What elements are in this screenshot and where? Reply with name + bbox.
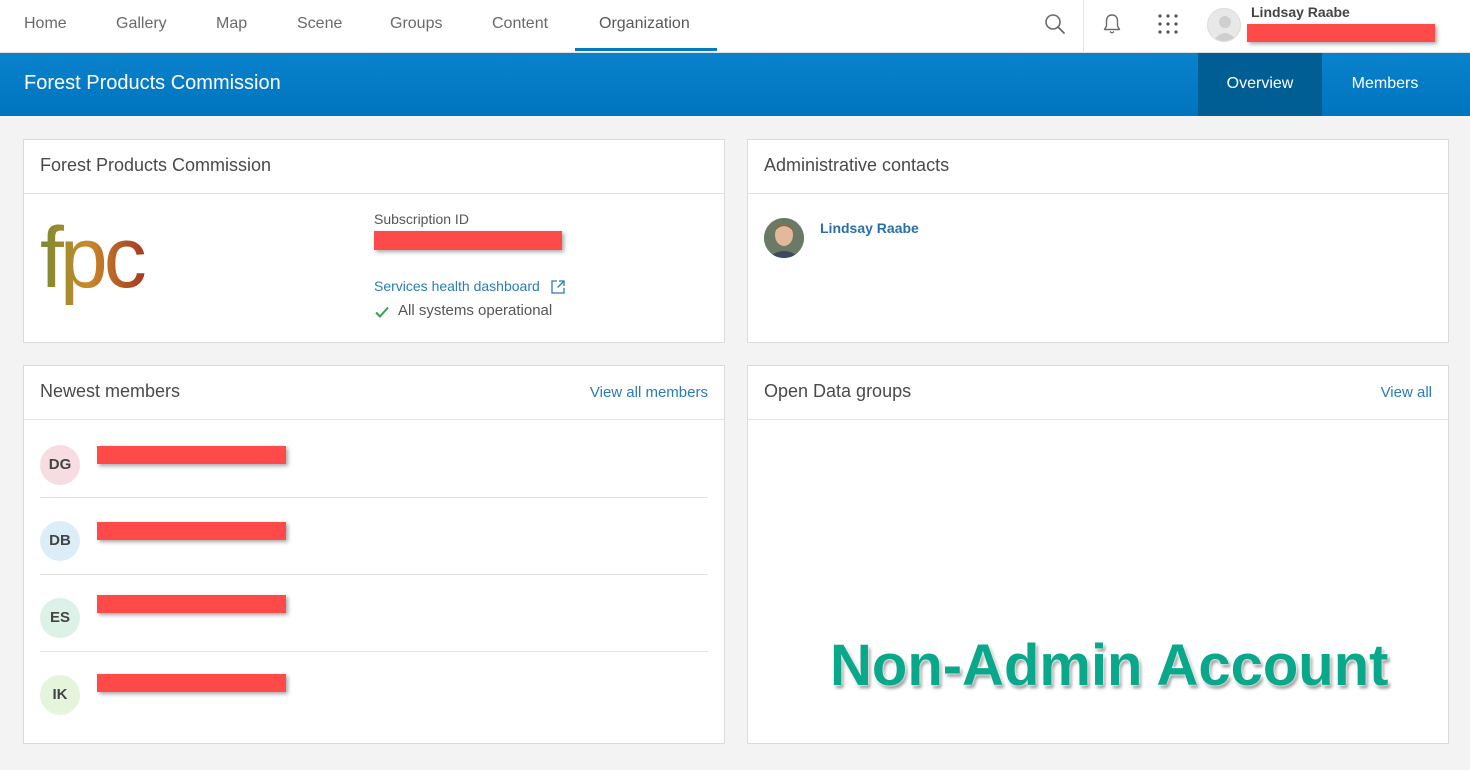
apps-grid-icon[interactable]	[1156, 12, 1180, 36]
groups-card-title: Open Data groups	[764, 381, 912, 401]
subscription-id-label: Subscription ID	[374, 211, 469, 227]
member-initials: ES	[40, 598, 80, 638]
org-logo: fpc	[40, 210, 160, 322]
services-health-link[interactable]: Services health dashboard	[374, 278, 540, 294]
redacted-member-name	[97, 446, 286, 464]
contact-avatar[interactable]	[764, 218, 804, 258]
nav-divider	[1083, 0, 1084, 52]
nav-tab-content[interactable]: Content	[492, 0, 548, 52]
checkmark-icon	[374, 304, 390, 320]
non-admin-watermark: Non-Admin Account	[830, 633, 1389, 698]
view-all-groups-link[interactable]: View all	[1381, 384, 1432, 401]
tab-members[interactable]: Members	[1322, 53, 1448, 116]
system-status: All systems operational	[398, 302, 553, 319]
active-tab-indicator	[575, 48, 717, 51]
bell-icon[interactable]	[1100, 12, 1124, 36]
admin-card-title: Administrative contacts	[764, 155, 950, 175]
members-card-title: Newest members	[40, 381, 181, 401]
nav-tab-map[interactable]: Map	[216, 0, 247, 52]
redacted-member-name	[97, 595, 286, 613]
admin-card-header: Administrative contacts	[748, 140, 1448, 194]
member-initials: IK	[40, 675, 80, 715]
members-card-header: Newest members View all members	[24, 366, 724, 420]
redacted-username	[1247, 24, 1435, 42]
nav-tab-scene[interactable]: Scene	[297, 0, 342, 52]
user-name[interactable]: Lindsay Raabe	[1251, 4, 1350, 20]
list-item[interactable]: IK	[40, 652, 708, 729]
tab-overview[interactable]: Overview	[1198, 53, 1322, 116]
redacted-subscription-id	[374, 231, 562, 250]
org-header-band: Forest Products Commission Overview Memb…	[0, 53, 1470, 116]
external-link-icon[interactable]	[550, 279, 566, 295]
org-card-header: Forest Products Commission	[24, 140, 724, 194]
search-icon[interactable]	[1043, 12, 1067, 36]
user-avatar[interactable]	[1207, 8, 1241, 42]
list-item[interactable]: DG	[40, 424, 708, 501]
list-item[interactable]: ES	[40, 575, 708, 652]
contact-name-link[interactable]: Lindsay Raabe	[820, 220, 919, 236]
admin-contacts-card: Administrative contacts Lindsay Raabe	[747, 139, 1449, 343]
org-title: Forest Products Commission	[24, 72, 281, 94]
member-initials: DG	[40, 445, 80, 485]
member-initials: DB	[40, 521, 80, 561]
view-all-members-link[interactable]: View all members	[590, 384, 708, 401]
nav-tab-home[interactable]: Home	[24, 0, 67, 52]
nav-tab-gallery[interactable]: Gallery	[116, 0, 167, 52]
nav-tab-groups[interactable]: Groups	[390, 0, 442, 52]
org-card: Forest Products Commission fpc Subscript…	[23, 139, 725, 343]
org-card-title: Forest Products Commission	[40, 155, 272, 175]
groups-card-header: Open Data groups View all	[748, 366, 1448, 420]
list-item[interactable]: DB	[40, 498, 708, 575]
redacted-member-name	[97, 522, 286, 540]
top-navigation: Home Gallery Map Scene Groups Content Or…	[0, 0, 1470, 53]
nav-tab-organization[interactable]: Organization	[599, 0, 690, 52]
newest-members-card: Newest members View all members DG DB ES…	[23, 365, 725, 744]
org-logo-text: fpc	[40, 212, 145, 306]
redacted-member-name	[97, 674, 286, 692]
